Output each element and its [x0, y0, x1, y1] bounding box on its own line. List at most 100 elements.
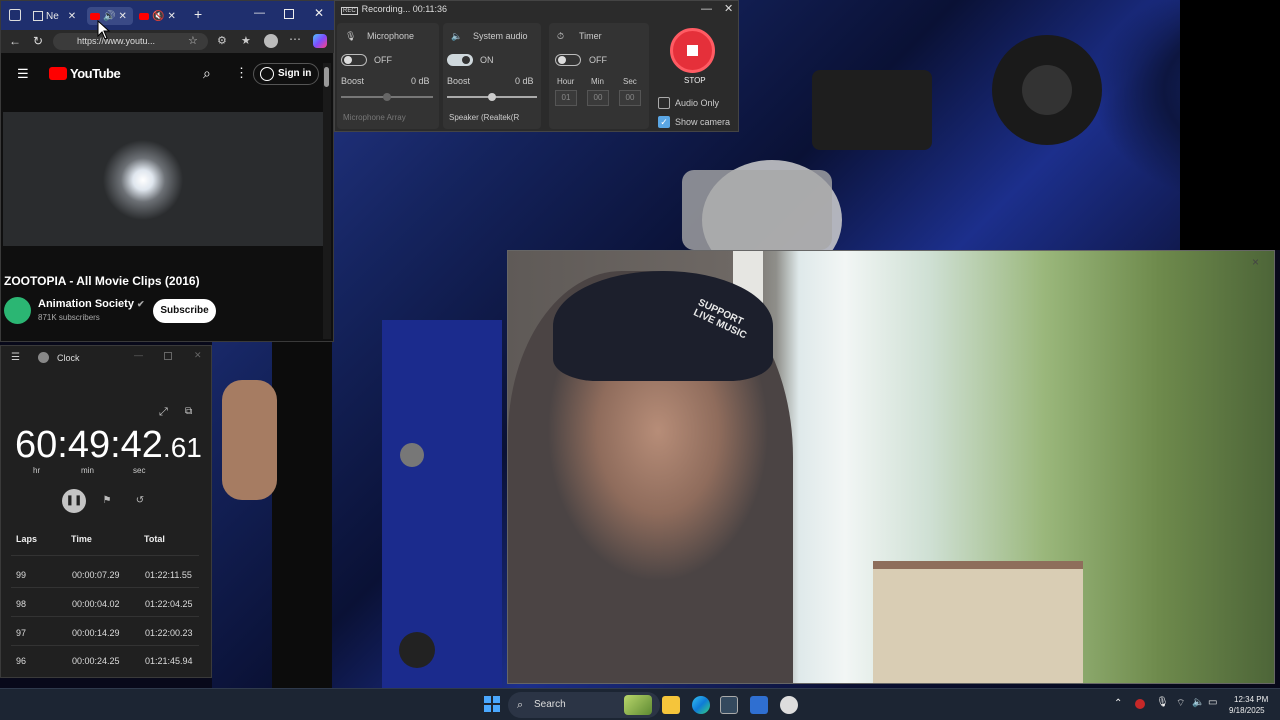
timer-min-input[interactable]: 00: [587, 90, 609, 106]
show-camera-checkbox[interactable]: ✓: [658, 116, 670, 128]
new-tab-button[interactable]: +: [194, 6, 202, 22]
taskbar-time[interactable]: 12:34 PM: [1234, 695, 1268, 704]
camera-close-icon[interactable]: ×: [1252, 255, 1259, 269]
recorder-app-icon[interactable]: [750, 696, 768, 714]
taskbar-date[interactable]: 9/18/2025: [1229, 706, 1265, 715]
scrollbar-thumb[interactable]: [324, 67, 329, 87]
youtube-favicon-icon: [90, 12, 100, 20]
taskbar-search[interactable]: ⌕ Search: [508, 692, 660, 718]
lap-number: 98: [16, 599, 27, 609]
system-audio-boost-slider[interactable]: [447, 93, 537, 101]
compact-overlay-icon[interactable]: ⧉: [185, 406, 192, 417]
maximize-icon[interactable]: [284, 9, 294, 19]
clock-title: Clock: [57, 353, 80, 363]
more-menu-icon[interactable]: ⋯: [289, 32, 301, 46]
file-explorer-icon[interactable]: [662, 696, 680, 714]
system-audio-boost-label: Boost: [447, 76, 471, 86]
audio-only-checkbox[interactable]: [658, 97, 670, 109]
slider-knob[interactable]: [488, 93, 496, 101]
timer-hour-input[interactable]: 01: [555, 90, 577, 106]
edge-icon[interactable]: [692, 696, 710, 714]
minimize-icon[interactable]: —: [134, 350, 143, 360]
browser-window[interactable]: Ne ✕ 🔊 ✕ 🔇 ✕ + — ✕ ← ↻ https://www.youtu…: [0, 0, 335, 342]
timer-sec-input[interactable]: 00: [619, 90, 641, 106]
chevron-up-icon[interactable]: ⌃: [1114, 698, 1122, 709]
start-windows-icon[interactable]: [484, 696, 500, 712]
timer-toggle[interactable]: [555, 54, 581, 66]
close-tab-icon[interactable]: ✕: [167, 11, 175, 22]
channel-name-text: Animation Society: [38, 298, 134, 310]
kebab-menu-icon[interactable]: ⋮: [235, 65, 248, 81]
extensions-icon[interactable]: ⚙: [217, 34, 227, 47]
video-player[interactable]: [3, 112, 323, 246]
clock-app-icon[interactable]: [780, 696, 798, 714]
subscribe-button[interactable]: Subscribe: [153, 299, 216, 323]
maximize-icon[interactable]: [164, 352, 172, 360]
microphone-toggle[interactable]: [341, 54, 367, 66]
account-icon: [260, 67, 274, 81]
camera-overlay[interactable]: SUPPORT LIVE MUSIC ×: [507, 250, 1275, 684]
microphone-icon[interactable]: 🎙: [1156, 697, 1169, 708]
tab-actions-icon[interactable]: [9, 9, 21, 21]
toggle-knob: [558, 56, 566, 64]
scrollbar[interactable]: [323, 63, 331, 339]
address-bar: ← ↻ https://www.youtu... ☆ ⚙ ★ ⋯: [1, 30, 335, 53]
copilot-icon[interactable]: [313, 34, 327, 48]
seconds-unit: sec: [133, 466, 146, 475]
system-audio-toggle[interactable]: [447, 54, 473, 66]
timer-label: Timer: [579, 31, 602, 41]
total-header: Total: [144, 534, 165, 544]
stop-button[interactable]: [670, 28, 715, 73]
system-audio-device-select[interactable]: Speaker (Realtek(R: [449, 113, 519, 122]
minimize-icon[interactable]: —: [701, 3, 712, 15]
tab-youtube-muted[interactable]: 🔇 ✕: [139, 7, 176, 25]
channel-name[interactable]: Animation Society ✔: [38, 298, 145, 310]
stop-label: STOP: [684, 76, 706, 85]
page-icon: [33, 11, 43, 21]
screen-recorder-panel: REC Recording... 00:11:36 — ✕ 🎙 Microphon…: [334, 0, 739, 132]
url-field[interactable]: https://www.youtu...: [53, 33, 208, 50]
close-tab-icon[interactable]: ✕: [68, 11, 76, 22]
search-icon[interactable]: ⌕: [203, 65, 211, 82]
tab-new-tab[interactable]: Ne ✕: [33, 7, 76, 25]
volume-icon[interactable]: 🔈: [1192, 697, 1204, 708]
hamburger-menu-icon[interactable]: ☰: [11, 352, 20, 363]
lap-flag-button[interactable]: ⚑: [95, 489, 119, 513]
favorite-star-icon[interactable]: ☆: [188, 34, 198, 47]
close-icon[interactable]: ✕: [724, 2, 733, 15]
reset-button[interactable]: ↺: [128, 489, 152, 513]
youtube-logo[interactable]: YouTube: [49, 66, 121, 81]
tray-app-icon[interactable]: [1135, 699, 1145, 709]
minimize-icon[interactable]: —: [254, 7, 265, 19]
clock-window: ☰ Clock — ✕ ⤢ ⧉ 60:49:42.61 hr min sec ❚…: [0, 345, 212, 678]
minutes-unit: min: [81, 466, 94, 475]
tab-strip: Ne ✕ 🔊 ✕ 🔇 ✕ + — ✕: [1, 1, 335, 30]
expand-icon[interactable]: ⤢: [159, 406, 168, 419]
close-icon[interactable]: ✕: [194, 350, 202, 361]
row-divider: [11, 645, 199, 646]
shed: [873, 561, 1083, 683]
time-header: Time: [71, 534, 92, 544]
pause-button[interactable]: ❚❚: [62, 489, 86, 513]
channel-avatar[interactable]: [4, 297, 31, 324]
microphone-boost-label: Boost: [341, 76, 365, 86]
microphone-device-select[interactable]: Microphone Array: [343, 113, 406, 122]
slider-knob[interactable]: [383, 93, 391, 101]
hamburger-menu-icon[interactable]: ☰: [17, 66, 29, 82]
refresh-icon[interactable]: ↻: [33, 34, 43, 48]
back-arrow-icon[interactable]: ←: [9, 34, 21, 48]
tab-label: Ne: [46, 10, 59, 22]
sign-in-button[interactable]: Sign in: [253, 63, 319, 85]
lap-time: 00:00:07.29: [72, 570, 120, 580]
microphone-boost-slider[interactable]: [341, 93, 433, 101]
desktop-edge: [1180, 0, 1280, 250]
close-window-icon[interactable]: ✕: [314, 6, 324, 20]
muted-speaker-icon[interactable]: 🔇: [152, 11, 164, 22]
profile-icon[interactable]: [264, 34, 278, 48]
wifi-icon[interactable]: ⌔: [1176, 697, 1185, 710]
close-tab-icon[interactable]: ✕: [118, 11, 126, 22]
favorites-icon[interactable]: ★: [241, 34, 251, 47]
timer-sec-label: Sec: [623, 77, 637, 86]
battery-icon[interactable]: ▭: [1208, 697, 1217, 708]
app-icon[interactable]: [720, 696, 738, 714]
